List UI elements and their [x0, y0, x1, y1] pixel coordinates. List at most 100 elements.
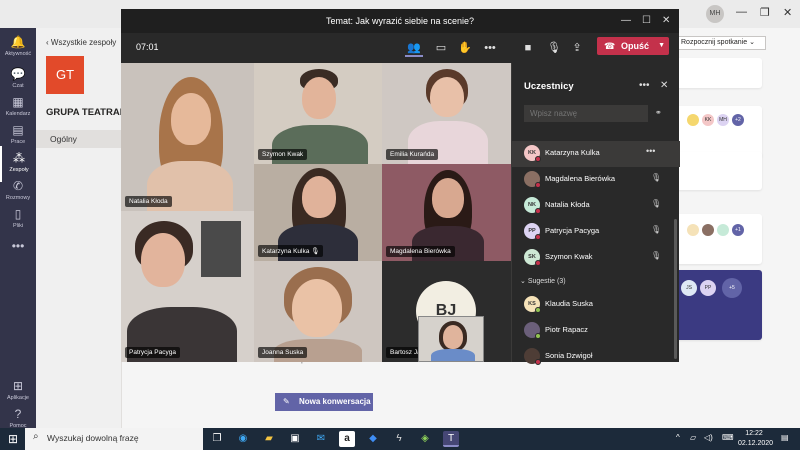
maximize-icon[interactable]: ❐	[760, 6, 770, 19]
file-explorer-icon[interactable]: ▰	[261, 431, 277, 447]
calls-icon: ✆	[12, 179, 24, 193]
rail-more[interactable]: •••	[0, 234, 36, 270]
video-tile-emilia[interactable]: Emilia Kurańda	[382, 63, 511, 164]
video-tile-patrycja[interactable]: Patrycja Pacyga	[121, 211, 254, 362]
avatar: KS	[524, 296, 541, 313]
volume-icon[interactable]: ◁)	[704, 433, 713, 442]
more-options-icon[interactable]: •••	[481, 39, 499, 57]
channel-general[interactable]: Ogólny	[36, 130, 122, 148]
participant-name-label: Natalia Kłoda	[125, 196, 172, 207]
assignments-icon: ▤	[12, 123, 24, 137]
files-icon: ▯	[14, 207, 22, 221]
meeting-title-bar: Temat: Jak wyrazić siebie na scenie? — ☐…	[121, 9, 679, 33]
microphone-icon: 🎙	[651, 199, 662, 208]
start-meeting-button[interactable]: Rozpocznij spotkanie ⌄	[676, 36, 766, 50]
self-view-video[interactable]	[418, 316, 484, 362]
close-icon[interactable]: ✕	[660, 80, 668, 91]
avatar: MH	[717, 114, 729, 126]
avatar	[702, 224, 714, 236]
video-tile-magdalena[interactable]: Magdalena Bierówka	[382, 164, 511, 261]
participant-row[interactable]: PP Patrycja Pacyga 🎙	[512, 219, 680, 245]
more-options-icon[interactable]: •••	[646, 146, 655, 156]
chevron-down-icon: ⌄	[520, 278, 528, 285]
participants-scrollbar[interactable]	[674, 219, 677, 359]
participant-search-input[interactable]	[524, 105, 648, 122]
notifications-icon[interactable]: ▤	[781, 433, 789, 442]
avatar: KK	[702, 114, 714, 126]
close-icon[interactable]: ✕	[662, 9, 670, 33]
teams-taskbar-icon[interactable]: T	[443, 431, 459, 447]
share-screen-icon[interactable]: ⇪	[568, 39, 586, 57]
share-invite-icon[interactable]: ⚭	[655, 108, 662, 117]
tray-chevron-icon[interactable]: ^	[676, 433, 680, 442]
participants-title: Uczestnicy	[524, 81, 574, 92]
video-tile-szymon[interactable]: Szymon Kwak	[254, 63, 382, 164]
video-tile-katarzyna[interactable]: Katarzyna Kulka 🎙	[254, 164, 382, 261]
microphone-icon[interactable]: 🎙	[545, 39, 563, 57]
task-view-icon[interactable]: ❐	[209, 431, 225, 447]
suggestions-header[interactable]: ⌄ Sugestie (3)	[520, 277, 566, 285]
teams-icon: ⁂	[13, 151, 25, 165]
participant-row[interactable]: NK Natalia Kłoda 🎙	[512, 193, 680, 219]
microphone-icon: 🎙	[651, 251, 662, 260]
raise-hand-icon[interactable]: ✋	[456, 39, 474, 57]
close-icon[interactable]: ✕	[783, 6, 792, 19]
minimize-icon[interactable]: —	[736, 6, 747, 18]
windows-start-icon[interactable]: ⊞	[5, 431, 21, 447]
video-tile-natalia[interactable]: Natalia Kłoda	[121, 63, 254, 211]
meeting-title: Temat: Jak wyrazić siebie na scenie?	[325, 16, 475, 26]
new-conversation-button[interactable]: ✎ Nowa konwersacja	[275, 393, 373, 411]
app-icon[interactable]: ◈	[417, 431, 433, 447]
minimize-icon[interactable]: —	[621, 9, 631, 33]
chat-icon: 💬	[10, 67, 26, 81]
participants-pane: Uczestnicy ••• ✕ ⚭ KK Katarzyna Kulka ••…	[511, 63, 680, 365]
dropbox-icon[interactable]: ◆	[365, 431, 381, 447]
taskbar-search-box[interactable]: ⌕ Wyszukaj dowolną frazę	[25, 428, 203, 450]
windows-taskbar: ⊞ ⌕ Wyszukaj dowolną frazę ❐ ◉ ▰ ▣ ✉ a ◆…	[0, 428, 800, 450]
camera-icon[interactable]: ■	[519, 39, 537, 57]
participant-row[interactable]: Magdalena Bierówka 🎙	[512, 167, 680, 193]
edge-icon[interactable]: ◉	[235, 431, 251, 447]
rail-activity[interactable]: 🔔 Aktywność	[0, 30, 36, 66]
suggested-participant-row[interactable]: Piotr Rapacz	[512, 318, 680, 344]
amazon-icon[interactable]: a	[339, 431, 355, 447]
participant-row[interactable]: SK Szymon Kwak 🎙	[512, 245, 680, 271]
taskbar-clock[interactable]: 12:22 02.12.2020	[738, 429, 773, 449]
user-avatar[interactable]: MH	[706, 5, 724, 23]
help-icon: ?	[14, 407, 22, 421]
maximize-icon[interactable]: ☐	[642, 9, 651, 33]
participant-name-label: Magdalena Bierówka	[386, 246, 455, 257]
more-options-icon[interactable]: •••	[639, 80, 650, 91]
leave-button[interactable]: ☎ Opuść ▼	[597, 37, 669, 55]
avatar	[717, 224, 729, 236]
participants-icon[interactable]: 👥	[405, 39, 423, 57]
meeting-timer: 07:01	[136, 42, 159, 52]
avatar-overflow[interactable]: +5	[722, 278, 742, 298]
avatar	[687, 114, 699, 126]
suggested-participant-row[interactable]: KS Klaudia Suska	[512, 292, 680, 318]
chat-icon[interactable]: ▭	[432, 39, 450, 57]
avatar-overflow[interactable]: +2	[732, 114, 744, 126]
team-panel: ‹ Wszystkie zespoły GT GRUPA TEATRALI Og…	[36, 28, 128, 428]
participant-name-label: Szymon Kwak	[258, 149, 308, 160]
meeting-window: Temat: Jak wyrazić siebie na scenie? — ☐…	[121, 9, 680, 365]
app-icon[interactable]: ϟ	[391, 431, 407, 447]
network-icon[interactable]: ▱	[690, 433, 696, 442]
apps-icon: ⊞	[12, 379, 24, 393]
app-rail: 🔔 Aktywność 💬 Czat ▦ Kalendarz ▤ Prace ⁂ Zesp…	[0, 28, 36, 429]
store-icon[interactable]: ▣	[287, 431, 303, 447]
team-logo: GT	[46, 56, 84, 94]
avatar: PP	[524, 223, 541, 240]
suggested-participant-row[interactable]: Sonia Dzwigoł	[512, 344, 680, 370]
video-tile-joanna[interactable]: Joanna Suska	[254, 261, 382, 362]
bell-icon: 🔔	[10, 35, 26, 49]
participant-name-label: Joanna Suska	[258, 347, 308, 358]
microphone-icon: 🎙	[651, 173, 662, 182]
avatar-overflow[interactable]: +1	[732, 224, 744, 236]
back-to-teams-link[interactable]: ‹ Wszystkie zespoły	[46, 38, 116, 47]
language-icon[interactable]: ⌨	[722, 433, 734, 442]
rail-files[interactable]: ▯ Pliki	[0, 202, 36, 238]
avatar: KK	[524, 145, 541, 162]
mail-icon[interactable]: ✉	[313, 431, 329, 447]
participant-row[interactable]: KK Katarzyna Kulka •••	[512, 141, 680, 167]
